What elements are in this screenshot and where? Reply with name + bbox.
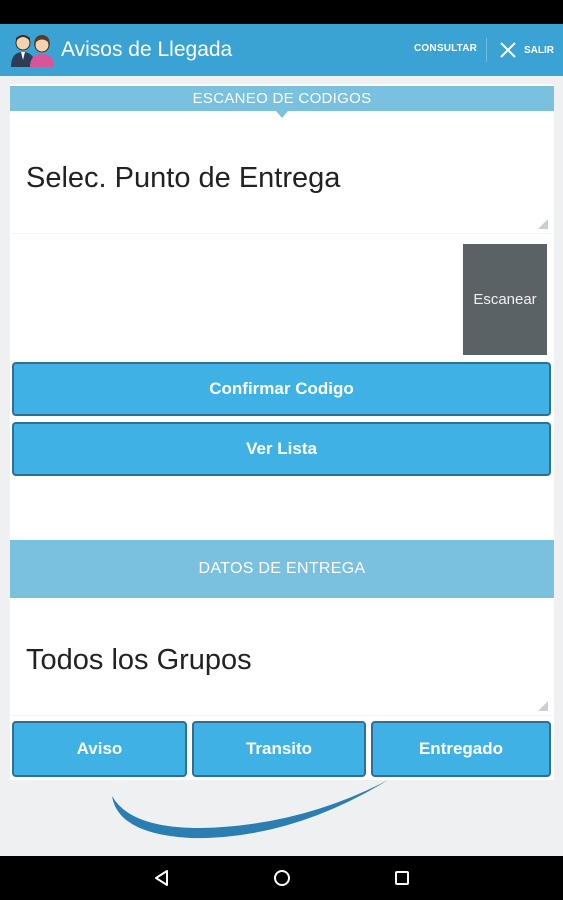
salir-label: SALIR — [524, 44, 554, 56]
consultar-action[interactable]: CONSULTAR — [414, 43, 477, 54]
swoosh-decoration — [112, 780, 388, 839]
delivery-section-header: DATOS DE ENTREGA — [10, 540, 554, 598]
navigation-bar — [0, 856, 563, 900]
action-divider — [486, 38, 487, 62]
scan-button[interactable]: Escanear — [463, 244, 547, 355]
confirm-code-button[interactable]: Confirmar Codigo — [12, 362, 551, 416]
tab-aviso[interactable]: Aviso — [12, 721, 187, 777]
back-triangle-icon[interactable] — [152, 868, 172, 888]
status-bar — [0, 0, 563, 24]
scan-section-header: ESCANEO DE CODIGOS — [10, 86, 554, 118]
salir-action[interactable]: SALIR — [498, 38, 554, 62]
header-pointer — [276, 111, 288, 118]
recents-square-icon[interactable] — [392, 868, 412, 888]
tab-transito[interactable]: Transito — [192, 721, 366, 777]
view-list-button[interactable]: Ver Lista — [12, 422, 551, 476]
scan-section-title: ESCANEO DE CODIGOS — [192, 90, 372, 107]
code-input[interactable] — [12, 244, 458, 354]
punto-entrega-spinner[interactable]: Selec. Punto de Entrega — [12, 118, 552, 234]
home-circle-icon[interactable] — [272, 868, 292, 888]
people-icon — [11, 35, 54, 67]
app-title: Avisos de Llegada — [61, 38, 233, 61]
groups-spinner[interactable]: Todos los Grupos — [12, 598, 552, 716]
main-panel: ESCANEO DE CODIGOS Selec. Punto de Entre… — [10, 84, 554, 780]
groups-value: Todos los Grupos — [26, 644, 252, 676]
spinner-corner-icon — [538, 701, 548, 711]
spinner-corner-icon — [538, 219, 548, 229]
tab-entregado[interactable]: Entregado — [371, 721, 551, 777]
punto-entrega-value: Selec. Punto de Entrega — [26, 162, 341, 194]
close-icon — [500, 42, 516, 58]
action-bar: Avisos de Llegada CONSULTAR SALIR — [0, 24, 563, 76]
